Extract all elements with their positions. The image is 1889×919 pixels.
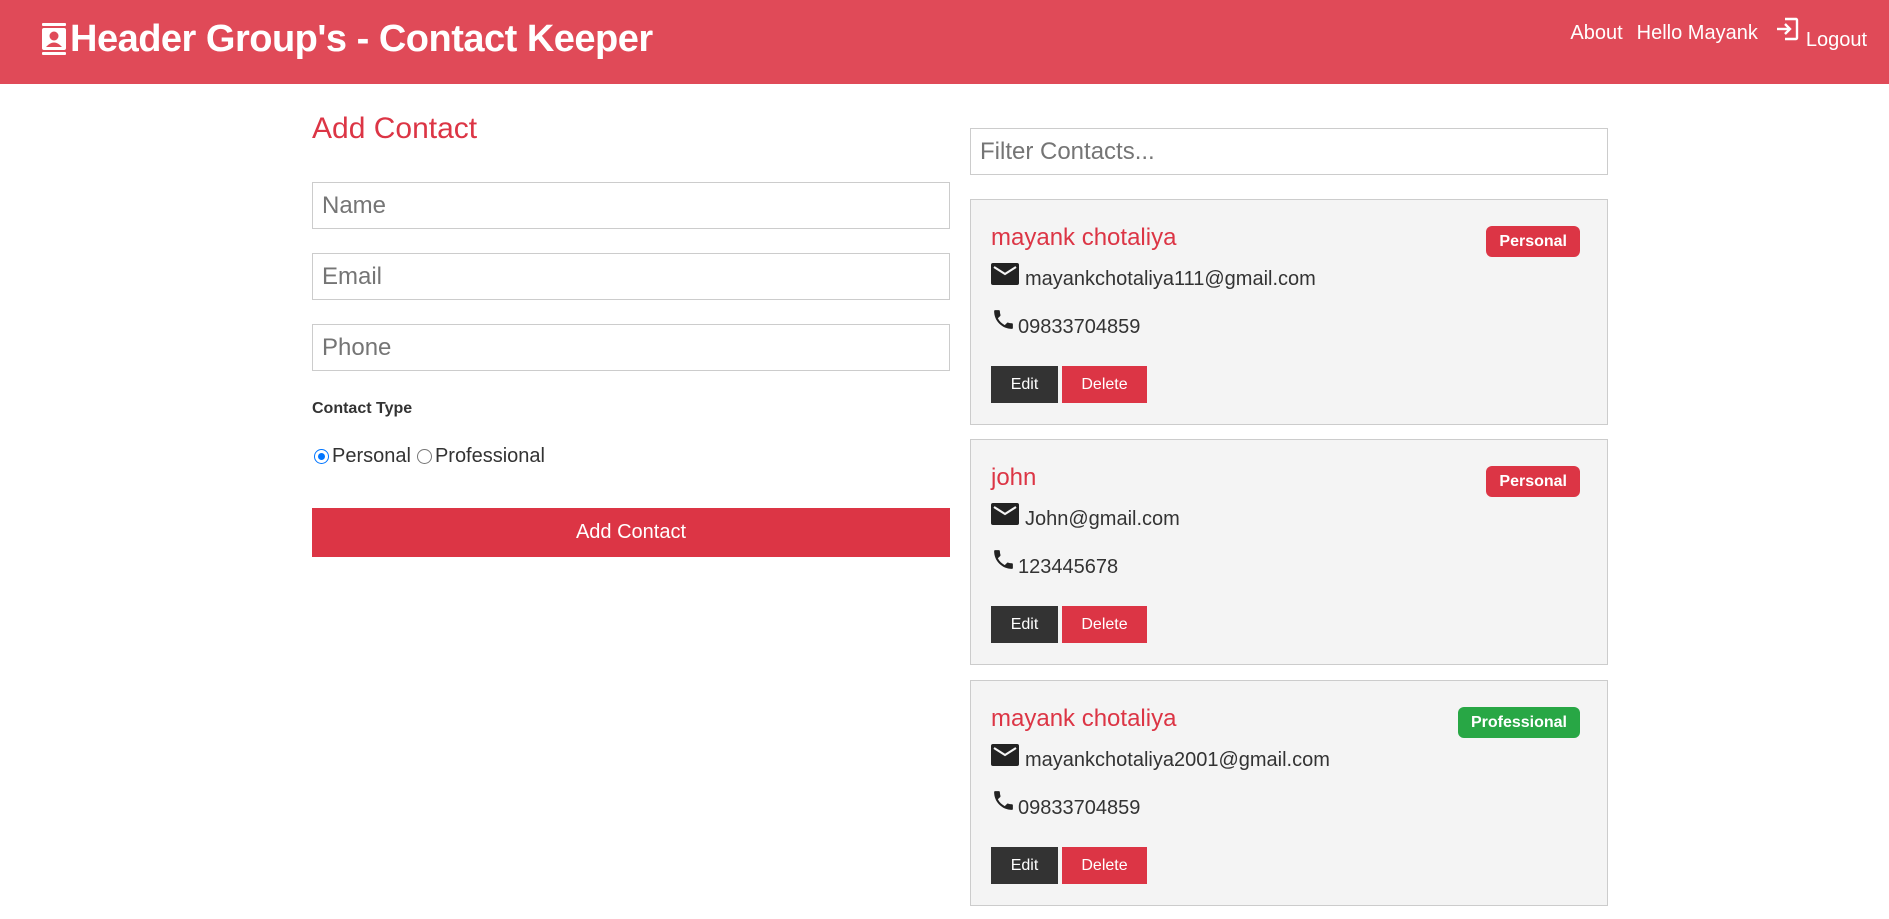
app-title: Header Group's - Contact Keeper: [70, 17, 653, 60]
contact-email: John@gmail.com: [1025, 508, 1180, 530]
professional-radio[interactable]: [416, 448, 432, 464]
contact-actions: Edit Delete: [991, 847, 1151, 884]
brand[interactable]: Header Group's - Contact Keeper: [40, 14, 653, 64]
edit-button[interactable]: Edit: [991, 847, 1058, 884]
edit-button[interactable]: Edit: [991, 366, 1058, 403]
logout-icon: [1776, 17, 1799, 41]
contact-phone: 09833704859: [1018, 797, 1141, 819]
mail-icon: [991, 744, 1019, 766]
contact-email: mayankchotaliya111@gmail.com: [1025, 268, 1316, 290]
contact-card-icon: [42, 23, 66, 55]
phone-icon: [994, 310, 1013, 329]
contact-email: mayankchotaliya2001@gmail.com: [1025, 749, 1330, 771]
contact-phone: 09833704859: [1018, 316, 1141, 338]
contact-name: mayank chotaliya: [991, 705, 1177, 732]
contact-name: mayank chotaliya: [991, 224, 1177, 251]
personal-radio[interactable]: [314, 448, 329, 464]
navbar: Header Group's - Contact Keeper About He…: [0, 0, 1889, 84]
professional-radio-label: Professional: [434, 444, 545, 467]
contact-phone-row: 09833704859: [991, 791, 1141, 820]
delete-button[interactable]: Delete: [1062, 366, 1147, 403]
add-contact-form: Add Contact Contact Type Personal Profes…: [312, 106, 950, 557]
contact-email-row: mayankchotaliya111@gmail.com: [991, 263, 1316, 291]
contact-type-options: Personal Professional: [312, 444, 950, 468]
contact-type-badge: Professional: [1457, 707, 1580, 738]
contact-email-row: John@gmail.com: [991, 503, 1180, 531]
form-title: Add Contact: [312, 112, 478, 145]
edit-button[interactable]: Edit: [991, 606, 1058, 643]
user-greeting: Hello Mayank: [1636, 21, 1758, 44]
phone-icon: [994, 550, 1013, 569]
contact-name: john: [991, 464, 1037, 491]
contact-card: mayank chotaliya Personal mayankchotaliy…: [970, 199, 1608, 425]
mail-icon: [991, 503, 1019, 525]
contact-actions: Edit Delete: [991, 366, 1151, 403]
add-contact-button[interactable]: Add Contact: [312, 508, 950, 557]
logout-label: Logout: [1805, 29, 1867, 51]
contact-phone-row: 09833704859: [991, 310, 1141, 339]
contact-phone-row: 123445678: [991, 550, 1119, 579]
personal-radio-label: Personal: [332, 444, 411, 467]
filter-input[interactable]: [970, 128, 1608, 175]
contact-type-label: Contact Type: [312, 400, 413, 417]
contact-type-badge: Personal: [1486, 226, 1580, 257]
contact-card: john Personal John@gmail.com 123445678 E…: [970, 439, 1608, 665]
mail-icon: [991, 263, 1019, 285]
contact-actions: Edit Delete: [991, 606, 1151, 643]
contact-type-badge: Personal: [1486, 466, 1580, 497]
phone-icon: [994, 791, 1013, 810]
contact-list: mayank chotaliya Personal mayankchotaliy…: [970, 128, 1608, 906]
contact-email-row: mayankchotaliya2001@gmail.com: [991, 744, 1330, 772]
logout-link[interactable]: Logout: [1774, 17, 1867, 51]
name-input[interactable]: [312, 182, 950, 229]
contact-card: mayank chotaliya Professional mayankchot…: [970, 680, 1608, 906]
delete-button[interactable]: Delete: [1062, 847, 1147, 884]
phone-input[interactable]: [312, 324, 950, 371]
contact-phone: 123445678: [1018, 556, 1119, 578]
delete-button[interactable]: Delete: [1062, 606, 1147, 643]
nav-about-link[interactable]: About: [1570, 22, 1622, 45]
email-input[interactable]: [312, 253, 950, 300]
nav-links: About Hello Mayank Logout: [1556, 17, 1867, 51]
